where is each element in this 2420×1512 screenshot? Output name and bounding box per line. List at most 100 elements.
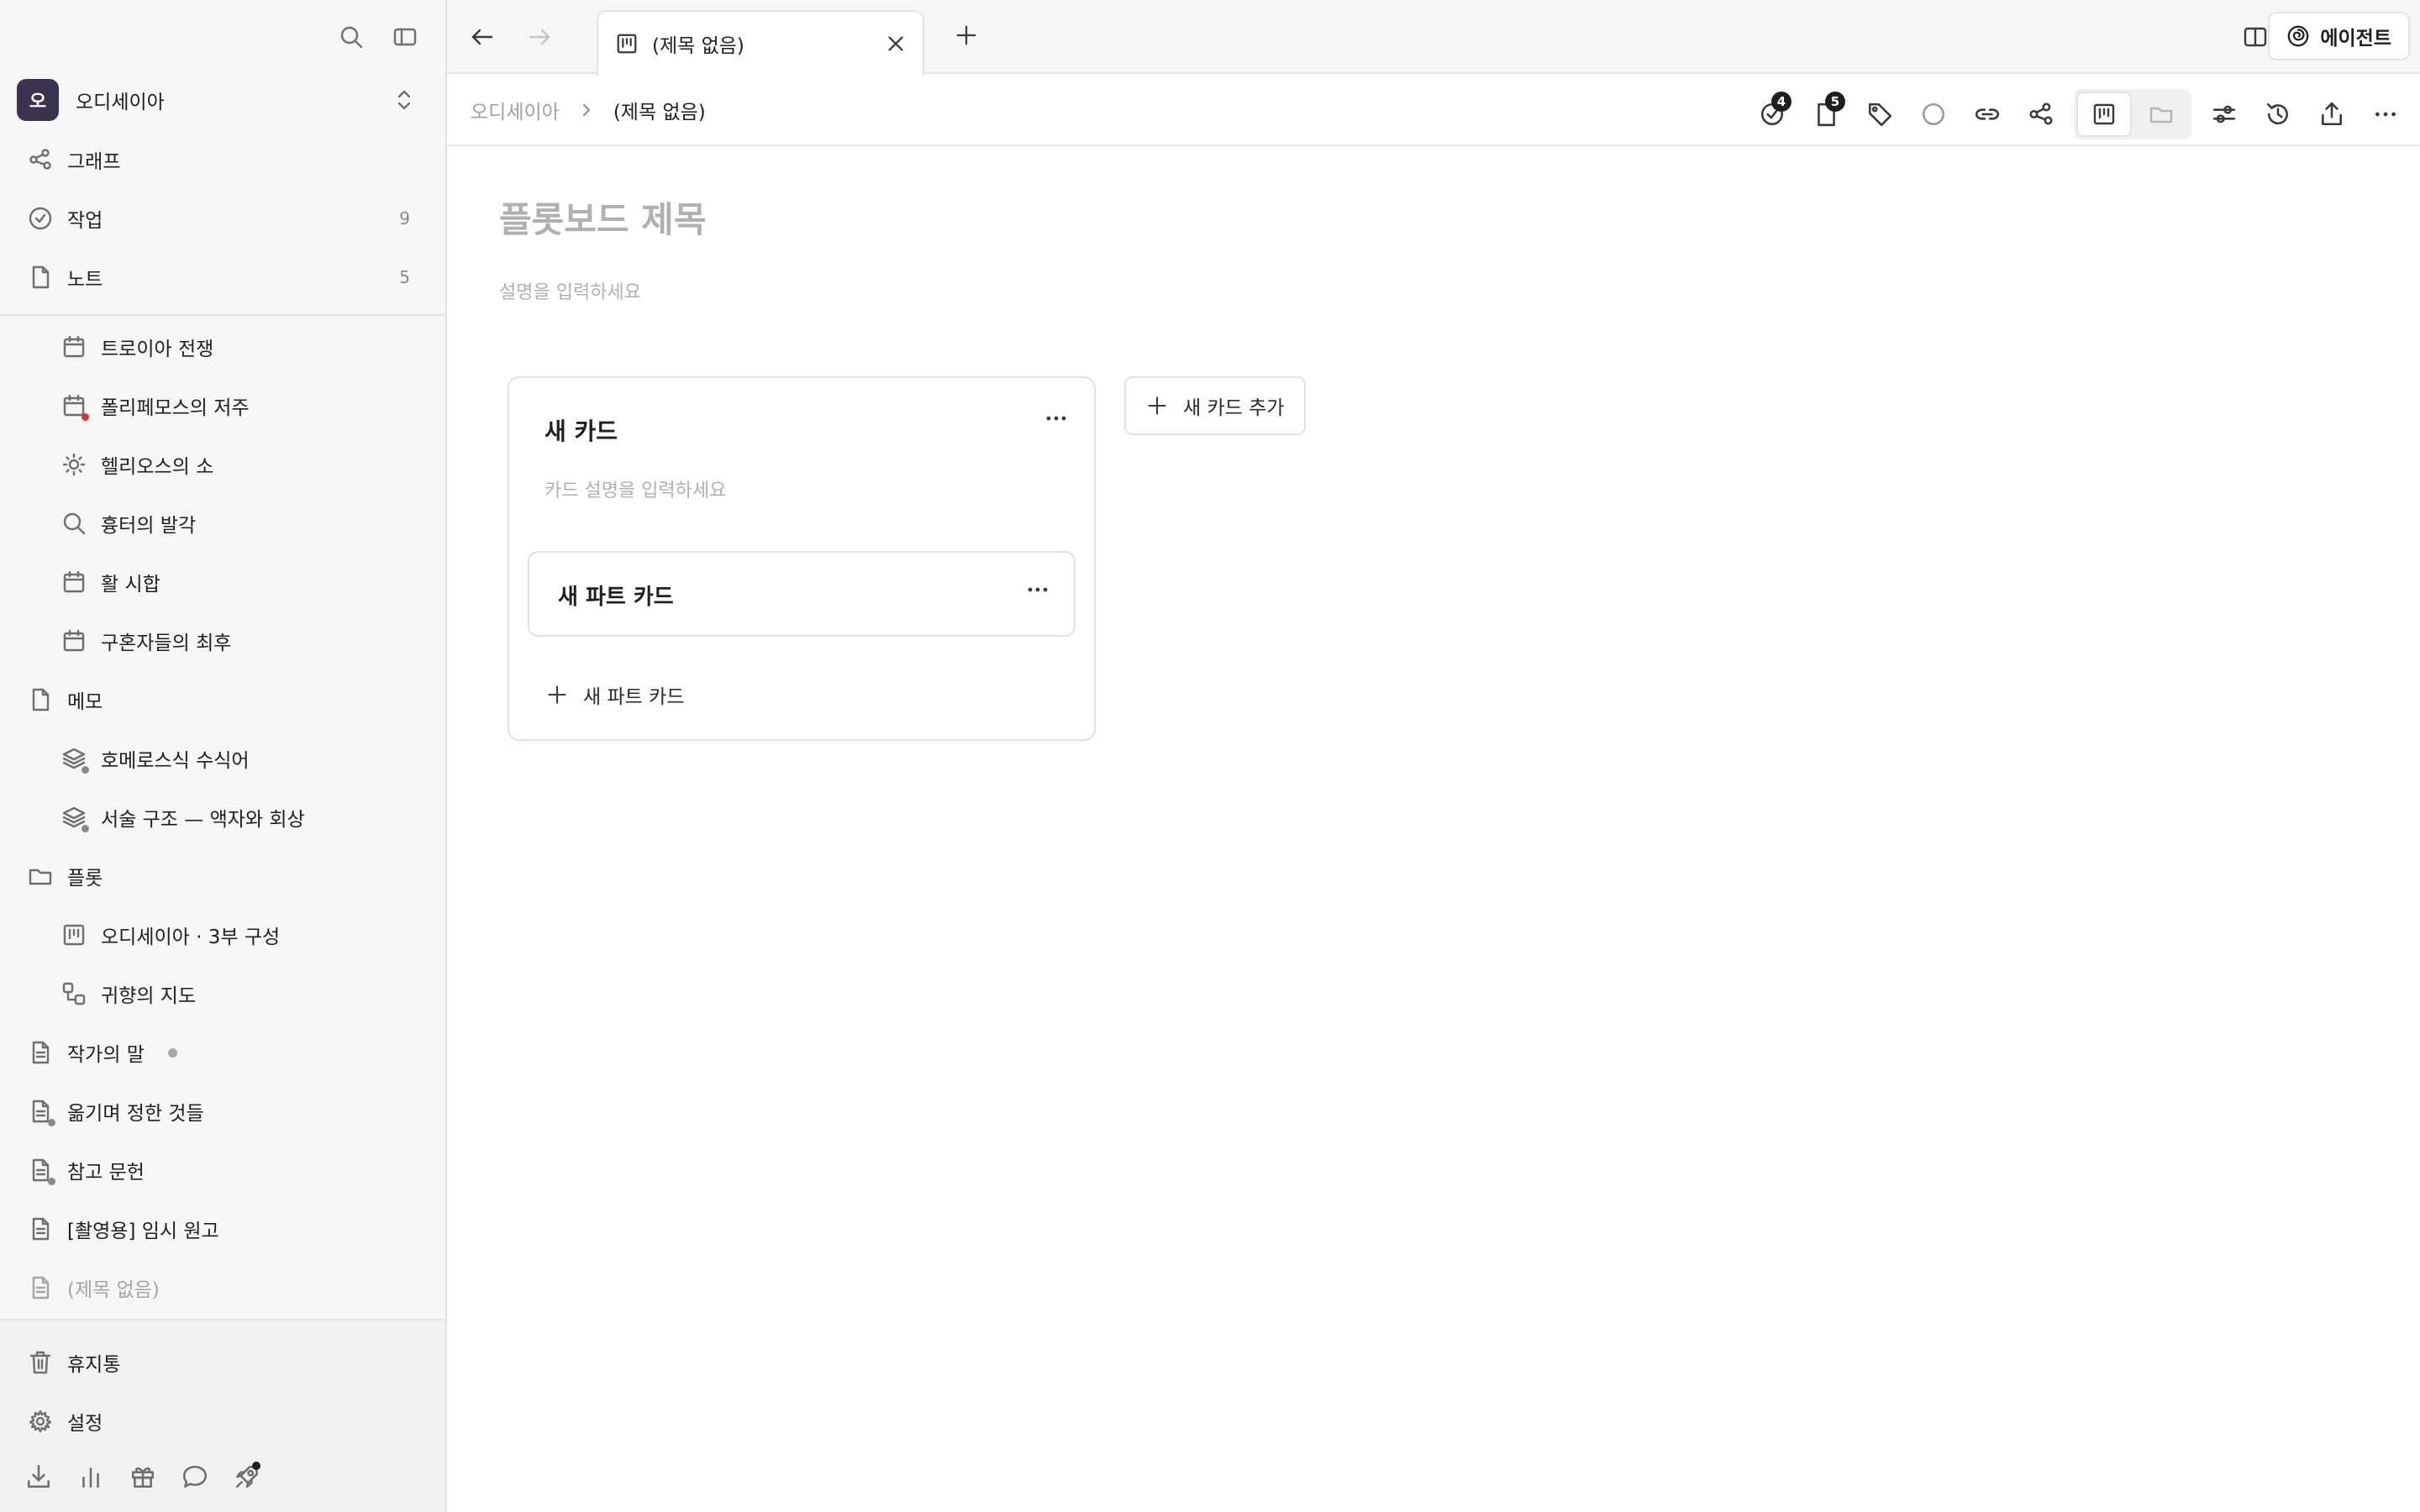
tree-item[interactable]: 옮기며 정한 것들 [0, 1085, 445, 1137]
sidebar-item-tasks[interactable]: 작업 9 [0, 192, 445, 244]
chat-icon[interactable] [180, 1462, 210, 1492]
card-description-input[interactable]: 카드 설명을 입력하세요 [544, 475, 726, 502]
workspace-switcher[interactable]: 오 오디세이아 [17, 77, 420, 123]
gear-icon [27, 1408, 54, 1435]
add-card-label: 새 카드 추가 [1183, 397, 1285, 419]
search-icon[interactable] [336, 22, 366, 52]
tree-item[interactable]: 헬리오스의 소 [0, 438, 445, 491]
tree-item-label: 활 시합 [101, 574, 160, 596]
add-part-card-button[interactable]: 새 파트 카드 [546, 680, 684, 709]
tree-item-memo[interactable]: 메모 [0, 674, 445, 726]
history-button[interactable] [2257, 93, 2299, 135]
file-text-icon [27, 1274, 54, 1301]
tree-item-untitled[interactable]: (제목 없음) [0, 1262, 445, 1314]
tab-bar: (제목 없음) 에이전트 [447, 0, 2420, 76]
card-more-button[interactable] [1044, 410, 1069, 427]
forward-button[interactable] [523, 20, 556, 54]
tree-item[interactable]: 트로이아 전쟁 [0, 321, 445, 373]
calendar-icon [60, 627, 87, 654]
tab-untitled[interactable]: (제목 없음) [597, 10, 924, 76]
search-icon [60, 510, 87, 537]
chart-icon[interactable] [76, 1462, 106, 1492]
tree-item[interactable]: 호메로스식 수식어 [0, 732, 445, 785]
plot-card[interactable]: 새 카드 카드 설명을 입력하세요 새 파트 카드 새 파트 카드 [508, 376, 1096, 741]
rocket-icon[interactable] [232, 1462, 262, 1492]
notes-button[interactable]: 5 [1805, 92, 1847, 135]
calendar-icon [60, 569, 87, 596]
sidebar-top-actions [336, 22, 420, 52]
split-view-button[interactable] [2238, 20, 2272, 54]
tree-item[interactable]: 오디세이아 · 3부 구성 [0, 909, 445, 961]
link-icon [1974, 101, 2001, 128]
sidebar-toggle-icon[interactable] [390, 22, 420, 52]
tree-item[interactable]: 활 시합 [0, 556, 445, 608]
folder-view-button[interactable] [2133, 92, 2189, 137]
add-card-button[interactable]: 새 카드 추가 [1124, 376, 1307, 435]
sidebar-footer-actions [24, 1462, 262, 1492]
graph-button[interactable] [2020, 93, 2062, 135]
share-button[interactable] [2311, 93, 2353, 135]
main-panel: (제목 없음) 에이전트 오디세이아 (제목 없음) 4 5 플롯보드 제목 설… [445, 0, 2420, 1512]
tree-item[interactable]: 서술 구조 — 액자와 회상 [0, 791, 445, 843]
tasks-count-badge: 4 [1771, 92, 1791, 112]
tree-item-label: 귀향의 지도 [101, 985, 197, 1007]
tree-item-label: 작가의 말 [67, 1044, 145, 1066]
tree-item-label: 오디세이아 · 3부 구성 [101, 927, 281, 948]
gift-icon[interactable] [128, 1462, 158, 1492]
folder-icon [27, 863, 54, 890]
sidebar-item-trash[interactable]: 휴지통 [0, 1336, 445, 1389]
tree-item[interactable]: 흉터의 발각 [0, 497, 445, 549]
card-title[interactable]: 새 카드 [544, 413, 618, 447]
graph-icon [27, 146, 54, 173]
download-icon[interactable] [24, 1462, 54, 1492]
tasks-count: 9 [399, 208, 410, 228]
status-button[interactable] [1912, 93, 1954, 135]
new-tab-button[interactable] [950, 18, 983, 52]
tree-item[interactable]: 귀향의 지도 [0, 968, 445, 1020]
tree-item[interactable]: 폴리페모스의 저주 [0, 380, 445, 432]
board-view-button[interactable] [2076, 92, 2132, 137]
breadcrumb-root[interactable]: 오디세이아 [471, 96, 560, 124]
sidebar-item-settings[interactable]: 설정 [0, 1395, 445, 1447]
status-dot [82, 825, 89, 832]
tree-item-plot-folder[interactable]: 플롯 [0, 850, 445, 902]
part-card-more-button[interactable] [1025, 581, 1050, 598]
sidebar-item-graph[interactable]: 그래프 [0, 134, 445, 186]
tree-item[interactable]: 작가의 말 [0, 1026, 445, 1079]
tree-item-label: 흉터의 발각 [101, 515, 197, 537]
back-button[interactable] [466, 20, 499, 54]
share-icon [2318, 101, 2345, 128]
tree-item[interactable]: [촬영용] 임시 원고 [0, 1203, 445, 1255]
more-button[interactable] [2365, 93, 2407, 135]
tree-item-label: 헬리오스의 소 [101, 456, 214, 478]
file-text-icon [27, 1098, 55, 1126]
tree-item[interactable]: 참고 문헌 [0, 1144, 445, 1196]
trash-icon [27, 1349, 54, 1376]
sidebar-item-notes[interactable]: 노트 5 [0, 251, 445, 303]
layers-icon [60, 745, 89, 774]
board-title-input[interactable]: 플롯보드 제목 [499, 192, 706, 243]
tree-item[interactable]: 구혼자들의 최후 [0, 615, 445, 667]
agent-button[interactable]: 에이전트 [2268, 12, 2410, 60]
tree-item-label: 서술 구조 — 액자와 회상 [101, 809, 305, 831]
board-description-input[interactable]: 설명을 입력하세요 [499, 277, 641, 304]
part-card-title[interactable]: 새 파트 카드 [558, 580, 674, 611]
file-text-icon [27, 1215, 54, 1242]
close-icon[interactable] [884, 32, 908, 55]
tree-item-label: 폴리페모스의 저주 [101, 397, 250, 419]
sidebar-item-label: 작업 [67, 210, 103, 232]
tree-item-label: 호메로스식 수식어 [101, 750, 250, 772]
part-card[interactable]: 새 파트 카드 [528, 551, 1076, 637]
toolbar-actions: 4 5 [1751, 89, 2407, 139]
tasks-button[interactable]: 4 [1751, 92, 1793, 135]
sidebar-divider [0, 314, 445, 316]
file-text-icon [27, 1157, 55, 1185]
link-button[interactable] [1966, 93, 2008, 135]
document-toolbar: 오디세이아 (제목 없음) 4 5 [447, 74, 2420, 146]
status-dot [48, 1178, 55, 1185]
tag-button[interactable] [1859, 93, 1901, 135]
more-horizontal-icon [1025, 581, 1050, 598]
filter-button[interactable] [2203, 93, 2245, 135]
spiral-icon [2286, 24, 2310, 48]
kanban-icon [60, 921, 87, 948]
